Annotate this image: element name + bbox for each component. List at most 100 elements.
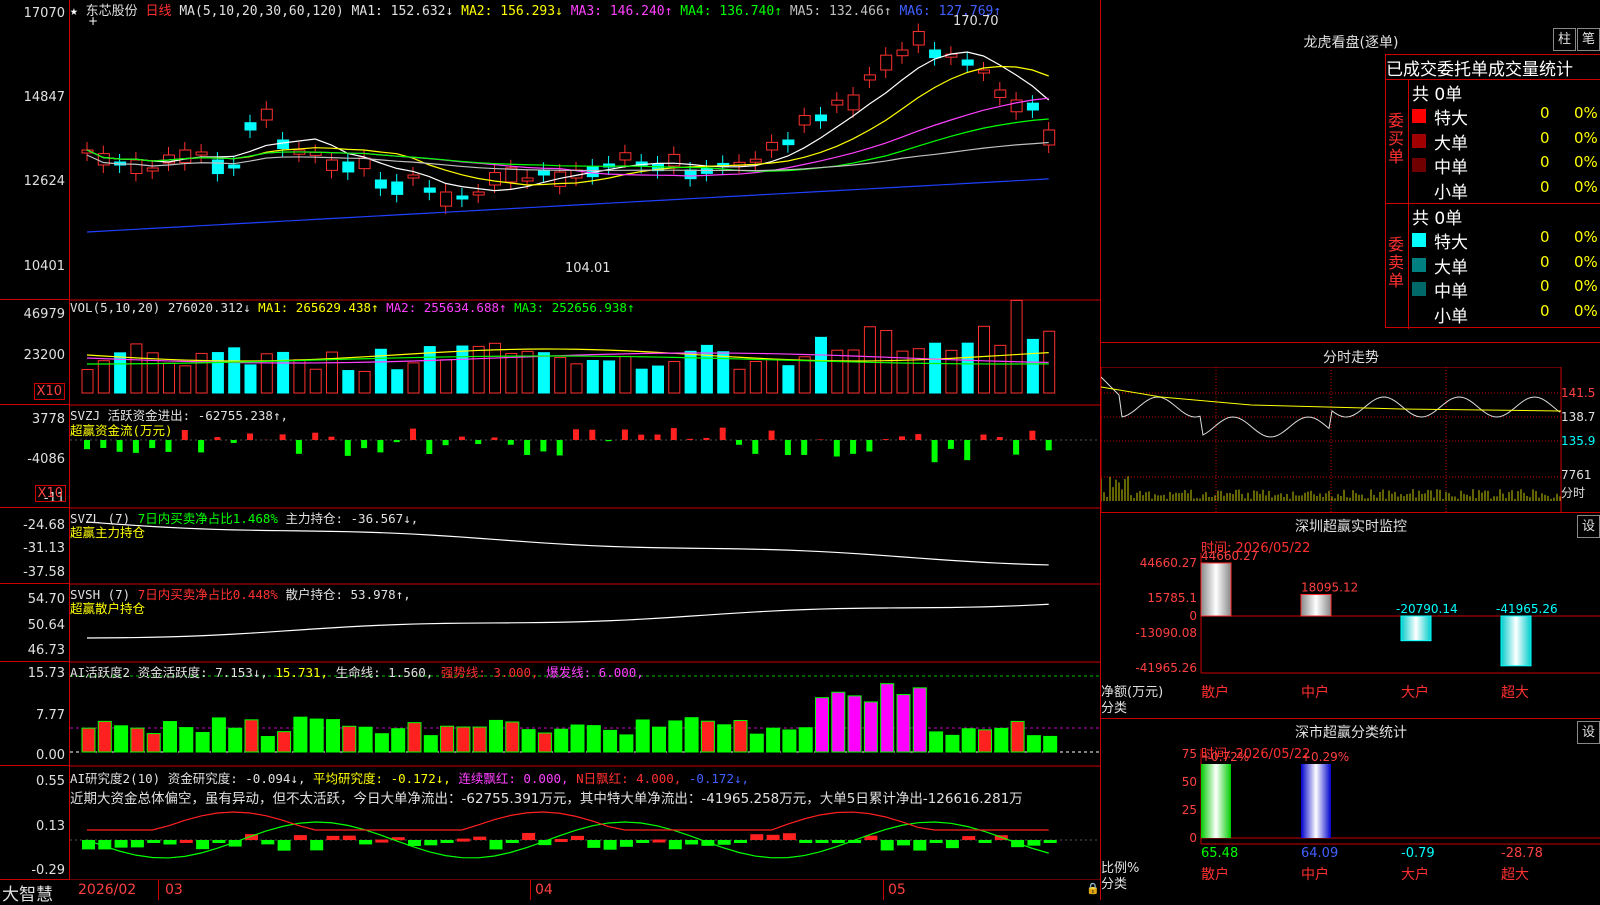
volume-bar [457, 346, 468, 393]
longhu-table: 已成交委托单成交量统计 委买单 委卖单 共 0单 特大00%大单00%中单00%… [1385, 54, 1600, 328]
period-label[interactable]: 日线 [146, 4, 172, 19]
svzl-desc: 7日内买卖净占比1.468% [138, 511, 278, 526]
vol-tick: 46979 [24, 307, 65, 322]
svzj-bar [736, 440, 742, 445]
candle [375, 180, 386, 188]
volume-bar [131, 344, 142, 393]
svzl-tick: -31.13 [23, 541, 65, 556]
sell-row-pct: 0% [1574, 302, 1598, 320]
candle [359, 158, 370, 169]
sz-monitor-tick: -13090.08 [1135, 626, 1197, 640]
sz-monitor-bar-label: 18095.12 [1301, 581, 1358, 595]
ai2-bar [424, 736, 437, 752]
candle [881, 55, 892, 70]
candle [767, 142, 778, 150]
ai2-bar [653, 727, 666, 752]
research-bar [636, 840, 649, 843]
svzj-bar [149, 440, 155, 448]
ai2-bar [164, 722, 177, 752]
candle [848, 95, 859, 110]
svzj-bar [394, 440, 400, 442]
candle [685, 170, 696, 179]
svzj-bar [426, 440, 432, 454]
volume-bar [816, 337, 827, 393]
research-bar [212, 840, 225, 843]
star-icon[interactable]: ★ [70, 4, 78, 19]
ai2-bar [816, 698, 829, 752]
candle [962, 60, 973, 65]
ai2-bar [1044, 736, 1057, 752]
sz-class-bar [1301, 764, 1331, 838]
chart-canvas[interactable] [70, 0, 1100, 882]
buy-row-name: 大单 [1434, 129, 1468, 154]
volume-bar [669, 362, 680, 393]
sell-row-value: 0 [1540, 277, 1550, 295]
vol-ma2: MA2: 255634.688↑ [386, 300, 506, 315]
svzl-tick: -37.58 [23, 565, 65, 580]
research-bar [750, 834, 763, 840]
candle [897, 50, 908, 56]
ai2-bar [278, 732, 291, 752]
research-bar [1027, 840, 1040, 846]
svzj-bar [377, 440, 383, 452]
sell-row-swatch [1412, 282, 1426, 296]
ai2-bar [180, 728, 193, 752]
svzj-bar [329, 437, 335, 440]
low-marker: 104.01 [565, 261, 611, 276]
fenshi-price-mid: 138.7 [1561, 410, 1595, 424]
svzj-bar [182, 430, 188, 440]
candle [995, 90, 1006, 97]
svzj-bar [247, 434, 253, 440]
ai2-bar [147, 734, 160, 752]
ai2-bar [522, 730, 535, 752]
research-bar [669, 840, 682, 849]
longhu-panel: 龙虎看盘(逐单) 柱 笔 已成交委托单成交量统计 委买单 委卖单 共 0单 特大… [1100, 0, 1600, 343]
sz-monitor-panel: 深圳超赢实时监控 设 时间: 2026/05/22 44660.2715785.… [1100, 513, 1600, 719]
fenshi-chart[interactable] [1101, 367, 1600, 513]
sz-monitor-tick: 44660.27 [1140, 556, 1197, 570]
bar-mode-button[interactable]: 柱 [1553, 28, 1576, 51]
sz-class-cat: 散户 [1201, 866, 1229, 883]
volume-bar [962, 343, 973, 393]
volume-bar [799, 357, 810, 393]
volume-bar [1011, 300, 1022, 393]
svzj-bar [834, 440, 840, 456]
volume-bar [750, 361, 761, 393]
lock-icon[interactable]: 🔒 [1086, 882, 1100, 895]
ai2-bar [604, 730, 617, 752]
research-bar [881, 840, 894, 850]
buy-row-swatch [1412, 183, 1426, 197]
svzj-bar [296, 440, 302, 454]
svzl-desc2: 主力持仓: -36.567↓, [285, 511, 418, 526]
research-bar [718, 840, 731, 845]
vol-unit-badge[interactable]: X10 [34, 383, 65, 400]
sell-row-value: 0 [1540, 302, 1550, 320]
candle [441, 192, 452, 206]
tick-mode-button[interactable]: 笔 [1577, 28, 1600, 51]
buy-row-value: 0 [1540, 104, 1550, 122]
date-tick: 03 [165, 882, 183, 898]
svzj-bar [622, 429, 628, 440]
research-bar [359, 840, 372, 844]
candle [913, 32, 924, 45]
ai2-bar [930, 732, 943, 752]
volume-bar [832, 350, 843, 393]
svzj-bar [1046, 440, 1052, 450]
svsh-axis: 54.70 50.64 46.73 [0, 584, 70, 662]
volume-bar [913, 349, 924, 393]
high-marker: 170.70 [953, 14, 999, 29]
sz-monitor-bar [1401, 616, 1431, 641]
ai2-bar [995, 728, 1008, 752]
svzj-tick: -4086 [27, 452, 65, 467]
candle [147, 168, 158, 171]
svzj-unit-badge[interactable]: X10 [35, 485, 66, 502]
ai2-bar [310, 719, 323, 752]
ma2-value: MA2: 156.293↓ [461, 4, 563, 19]
candle [799, 116, 810, 125]
svzl-line [87, 522, 1049, 565]
ai2-c: 生命线: 1.560, [336, 665, 434, 680]
sell-row-swatch [1412, 233, 1426, 247]
air-c: 连续飘红: 0.000, [458, 771, 568, 786]
candle [1027, 103, 1038, 110]
ai2-bar [864, 702, 877, 752]
